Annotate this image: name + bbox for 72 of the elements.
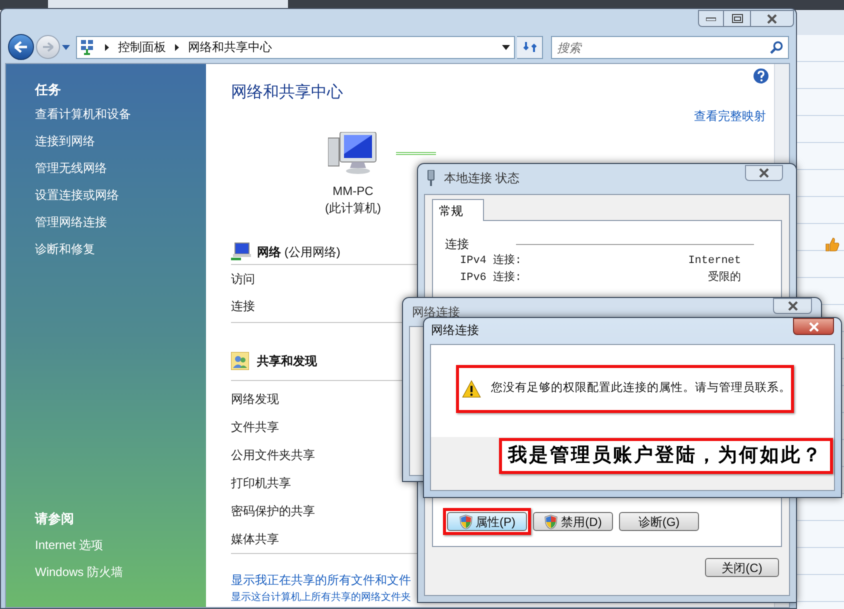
connection-line: [396, 152, 436, 155]
group-heading: 连接: [445, 236, 469, 253]
back-arrow-icon: [14, 41, 28, 53]
section-heading: 共享和发现: [257, 353, 317, 370]
computer-icon: [328, 132, 378, 176]
dialog-button[interactable]: 禁用(D): [533, 512, 613, 531]
sharing-icon: [231, 352, 249, 370]
row-label: 文件共享: [231, 419, 279, 436]
computer-caption: (此计算机): [325, 200, 381, 216]
help-icon[interactable]: [753, 68, 769, 84]
computer-name: MM-PC: [332, 183, 374, 200]
error-message: 您没有足够的权限配置此连接的属性。请与管理员联系。: [491, 380, 791, 396]
close-icon: [808, 322, 820, 332]
close-button[interactable]: [745, 165, 783, 181]
thumbs-up-icon: [824, 236, 840, 252]
minimize-icon: [706, 16, 716, 20]
address-bar[interactable]: 控制面板 网络和共享中心: [76, 36, 515, 58]
network-icon: [231, 242, 253, 262]
task-link[interactable]: 管理无线网络: [35, 155, 206, 182]
maximize-button[interactable]: [724, 10, 750, 27]
row-label: 网络发现: [231, 391, 279, 408]
close-icon: [766, 14, 778, 24]
close-button[interactable]: [750, 10, 794, 27]
refresh-button[interactable]: [517, 36, 543, 58]
breadcrumb-item[interactable]: 控制面板: [118, 38, 166, 56]
sidebar-heading: 请参阅: [35, 510, 75, 528]
close-button[interactable]: [773, 298, 812, 314]
search-field[interactable]: 搜索: [551, 36, 789, 59]
dropdown-arrow-icon[interactable]: [502, 44, 510, 50]
annotation-note: 我是管理员账户登陆，为何如此？: [499, 438, 833, 474]
network-adapter-icon: [426, 170, 436, 186]
status-value: Internet: [688, 254, 741, 270]
chevron-icon[interactable]: [175, 44, 179, 50]
forward-arrow-icon: [42, 42, 54, 52]
row-label: 连接: [231, 298, 255, 315]
task-link[interactable]: 查看计算机和设备: [35, 101, 206, 128]
control-panel-icon: [80, 39, 96, 55]
task-link[interactable]: 连接到网络: [35, 128, 206, 155]
status-label: IPv4 连接:: [460, 253, 522, 270]
link[interactable]: 显示我正在共享的所有文件和文件: [231, 573, 411, 592]
task-link[interactable]: 管理网络连接: [35, 209, 206, 236]
task-link[interactable]: 诊断和修复: [35, 236, 206, 263]
tab[interactable]: 常规: [432, 199, 484, 221]
chevron-icon[interactable]: [105, 44, 109, 50]
restore-icon: [732, 14, 742, 23]
row-label: 访问: [231, 271, 255, 288]
refresh-icon: [522, 40, 536, 54]
row-label: 打印机共享: [231, 475, 291, 492]
map-link[interactable]: 查看完整映射: [231, 107, 767, 129]
dialog-title: 本地连接 状态: [444, 170, 520, 187]
dialog-button[interactable]: 诊断(G): [619, 512, 699, 531]
close-dialog-button[interactable]: 关闭(C): [705, 558, 779, 576]
page-title: 网络和共享中心: [231, 83, 343, 103]
status-value: 受限的: [708, 270, 741, 286]
search-icon[interactable]: [770, 40, 783, 54]
close-button[interactable]: [793, 318, 834, 335]
dialog-title: 网络连接: [431, 322, 479, 339]
status-label: IPv6 连接:: [460, 270, 522, 286]
row-label: 密码保护的共享: [231, 503, 315, 520]
task-link[interactable]: 设置连接或网络: [35, 182, 206, 209]
network-name: 网络 (公用网络): [257, 244, 340, 260]
close-icon: [786, 301, 798, 311]
back-button[interactable]: [8, 34, 34, 60]
row-label: 媒体共享: [231, 531, 279, 548]
history-dropdown-icon[interactable]: [62, 44, 70, 50]
minimize-button[interactable]: [698, 10, 724, 27]
sidebar-heading: 任务: [35, 81, 62, 99]
row-label: 公用文件夹共享: [231, 447, 315, 464]
close-icon: [758, 168, 770, 178]
dialog-button[interactable]: 属性(P): [447, 512, 527, 531]
link[interactable]: 显示这台计算机上所有共享的网络文件夹: [231, 592, 411, 606]
breadcrumb-item[interactable]: 网络和共享中心: [188, 38, 272, 56]
